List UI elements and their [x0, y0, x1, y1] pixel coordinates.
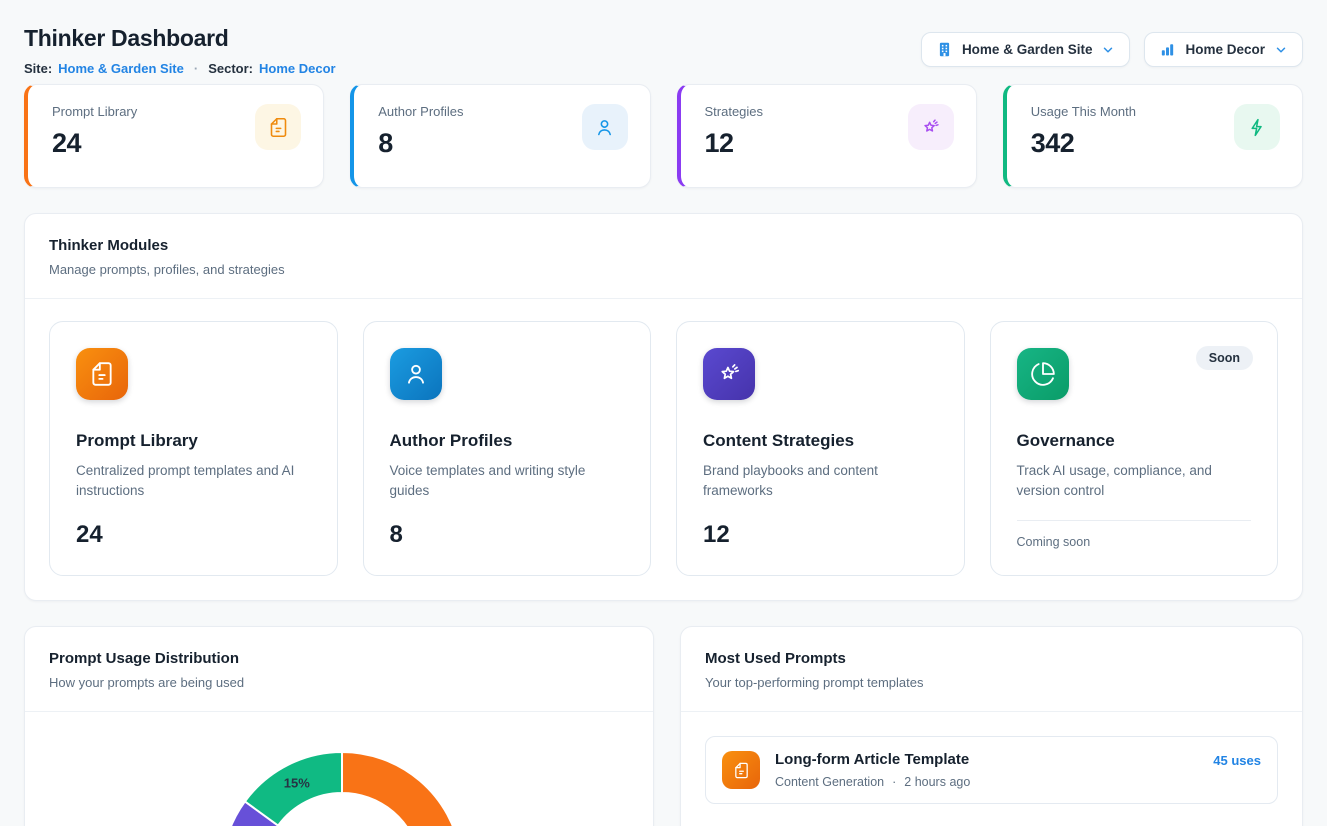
dashboard-page: Thinker Dashboard Site: Home & Garden Si… — [0, 0, 1327, 826]
building-icon — [936, 41, 953, 58]
modules-grid: Prompt Library Centralized prompt templa… — [25, 299, 1302, 600]
module-card-prompt-library[interactable]: Prompt Library Centralized prompt templa… — [49, 321, 338, 576]
prompt-meta: Content Generation · 2 hours ago — [775, 775, 970, 789]
module-title: Prompt Library — [76, 431, 311, 451]
user-icon — [390, 348, 442, 400]
bar-chart-icon — [1159, 41, 1176, 58]
thinker-modules-panel: Thinker Modules Manage prompts, profiles… — [24, 213, 1303, 601]
prompt-time: 2 hours ago — [904, 775, 970, 789]
stat-value: 342 — [1031, 128, 1136, 159]
donut-chart-area: 45%22%18%15% — [25, 712, 653, 826]
module-count: 12 — [703, 521, 938, 549]
file-icon — [76, 348, 128, 400]
file-icon — [255, 104, 301, 150]
prompt-title: Long-form Article Template — [775, 751, 970, 768]
separator-dot: · — [892, 775, 896, 789]
stat-value: 12 — [705, 128, 764, 159]
site-selector-label: Home & Garden Site — [962, 42, 1093, 57]
stat-label: Strategies — [705, 104, 764, 119]
stat-card-author-profiles: Author Profiles 8 — [350, 84, 650, 188]
stat-card-prompt-library: Prompt Library 24 — [24, 84, 324, 188]
site-label: Site: — [24, 61, 52, 76]
sector-label: Sector: — [208, 61, 253, 76]
module-description: Brand playbooks and content frameworks — [703, 461, 938, 502]
pie-chart-icon — [1017, 348, 1069, 400]
module-card-governance[interactable]: Soon Governance Track AI usage, complian… — [990, 321, 1279, 576]
sector-selector-button[interactable]: Home Decor — [1144, 32, 1303, 67]
breadcrumb: Site: Home & Garden Site · Sector: Home … — [24, 61, 336, 76]
donut-segment-1[interactable] — [342, 752, 462, 826]
module-count: 24 — [76, 521, 311, 549]
sector-selector-label: Home Decor — [1185, 42, 1265, 57]
stats-row: Prompt Library 24 Author Profiles 8 — [24, 84, 1303, 188]
modules-panel-subtitle: Manage prompts, profiles, and strategies — [49, 262, 1278, 277]
usage-panel-title: Prompt Usage Distribution — [49, 650, 629, 667]
usage-panel-subtitle: How your prompts are being used — [49, 675, 629, 690]
stat-info: Strategies 12 — [705, 104, 764, 168]
chevron-down-icon — [1101, 43, 1115, 57]
usage-distribution-panel: Prompt Usage Distribution How your promp… — [24, 626, 654, 826]
module-title: Governance — [1017, 431, 1252, 451]
module-title: Content Strategies — [703, 431, 938, 451]
header-selectors: Home & Garden Site Home Decor — [921, 32, 1303, 67]
soon-badge: Soon — [1196, 346, 1253, 370]
prompts-panel-subtitle: Your top-performing prompt templates — [705, 675, 1278, 690]
modules-panel-header: Thinker Modules Manage prompts, profiles… — [25, 214, 1302, 299]
user-icon — [582, 104, 628, 150]
module-description: Voice templates and writing style guides — [390, 461, 625, 502]
usage-donut: 45%22%18%15% — [25, 712, 653, 826]
stat-info: Usage This Month 342 — [1031, 104, 1136, 168]
module-description: Track AI usage, compliance, and version … — [1017, 461, 1252, 502]
prompt-category: Content Generation — [775, 775, 884, 789]
page-title: Thinker Dashboard — [24, 25, 336, 52]
file-icon — [722, 751, 760, 789]
prompt-uses-badge: 45 uses — [1213, 751, 1261, 768]
site-selector-button[interactable]: Home & Garden Site — [921, 32, 1131, 67]
module-count: 8 — [390, 521, 625, 549]
sparkle-star-icon — [908, 104, 954, 150]
page-header: Thinker Dashboard Site: Home & Garden Si… — [24, 25, 1303, 76]
prompts-panel-header: Most Used Prompts Your top-performing pr… — [681, 627, 1302, 712]
separator-dot: · — [190, 61, 202, 76]
stat-label: Usage This Month — [1031, 104, 1136, 119]
donut-segment-label: 15% — [284, 775, 310, 790]
most-used-prompts-panel: Most Used Prompts Your top-performing pr… — [680, 626, 1303, 826]
module-footnote: Coming soon — [1017, 521, 1252, 549]
prompt-list-item[interactable]: Long-form Article Template Content Gener… — [705, 736, 1278, 804]
usage-panel-header: Prompt Usage Distribution How your promp… — [25, 627, 653, 712]
stat-card-usage: Usage This Month 342 — [1003, 84, 1303, 188]
zap-icon — [1234, 104, 1280, 150]
stat-card-strategies: Strategies 12 — [677, 84, 977, 188]
stat-info: Author Profiles 8 — [378, 104, 463, 168]
prompts-list: Long-form Article Template Content Gener… — [681, 712, 1302, 826]
stat-label: Author Profiles — [378, 104, 463, 119]
module-description: Centralized prompt templates and AI inst… — [76, 461, 311, 502]
module-card-author-profiles[interactable]: Author Profiles Voice templates and writ… — [363, 321, 652, 576]
prompt-text: Long-form Article Template Content Gener… — [775, 751, 970, 789]
stat-info: Prompt Library 24 — [52, 104, 137, 168]
site-link[interactable]: Home & Garden Site — [58, 61, 184, 76]
prompts-panel-title: Most Used Prompts — [705, 650, 1278, 667]
modules-panel-title: Thinker Modules — [49, 237, 1278, 254]
module-title: Author Profiles — [390, 431, 625, 451]
stat-label: Prompt Library — [52, 104, 137, 119]
bottom-row: Prompt Usage Distribution How your promp… — [24, 601, 1303, 826]
module-card-content-strategies[interactable]: Content Strategies Brand playbooks and c… — [676, 321, 965, 576]
stat-value: 8 — [378, 128, 463, 159]
sparkle-star-icon — [703, 348, 755, 400]
header-left: Thinker Dashboard Site: Home & Garden Si… — [24, 25, 336, 76]
stat-value: 24 — [52, 128, 137, 159]
chevron-down-icon — [1274, 43, 1288, 57]
sector-link[interactable]: Home Decor — [259, 61, 336, 76]
